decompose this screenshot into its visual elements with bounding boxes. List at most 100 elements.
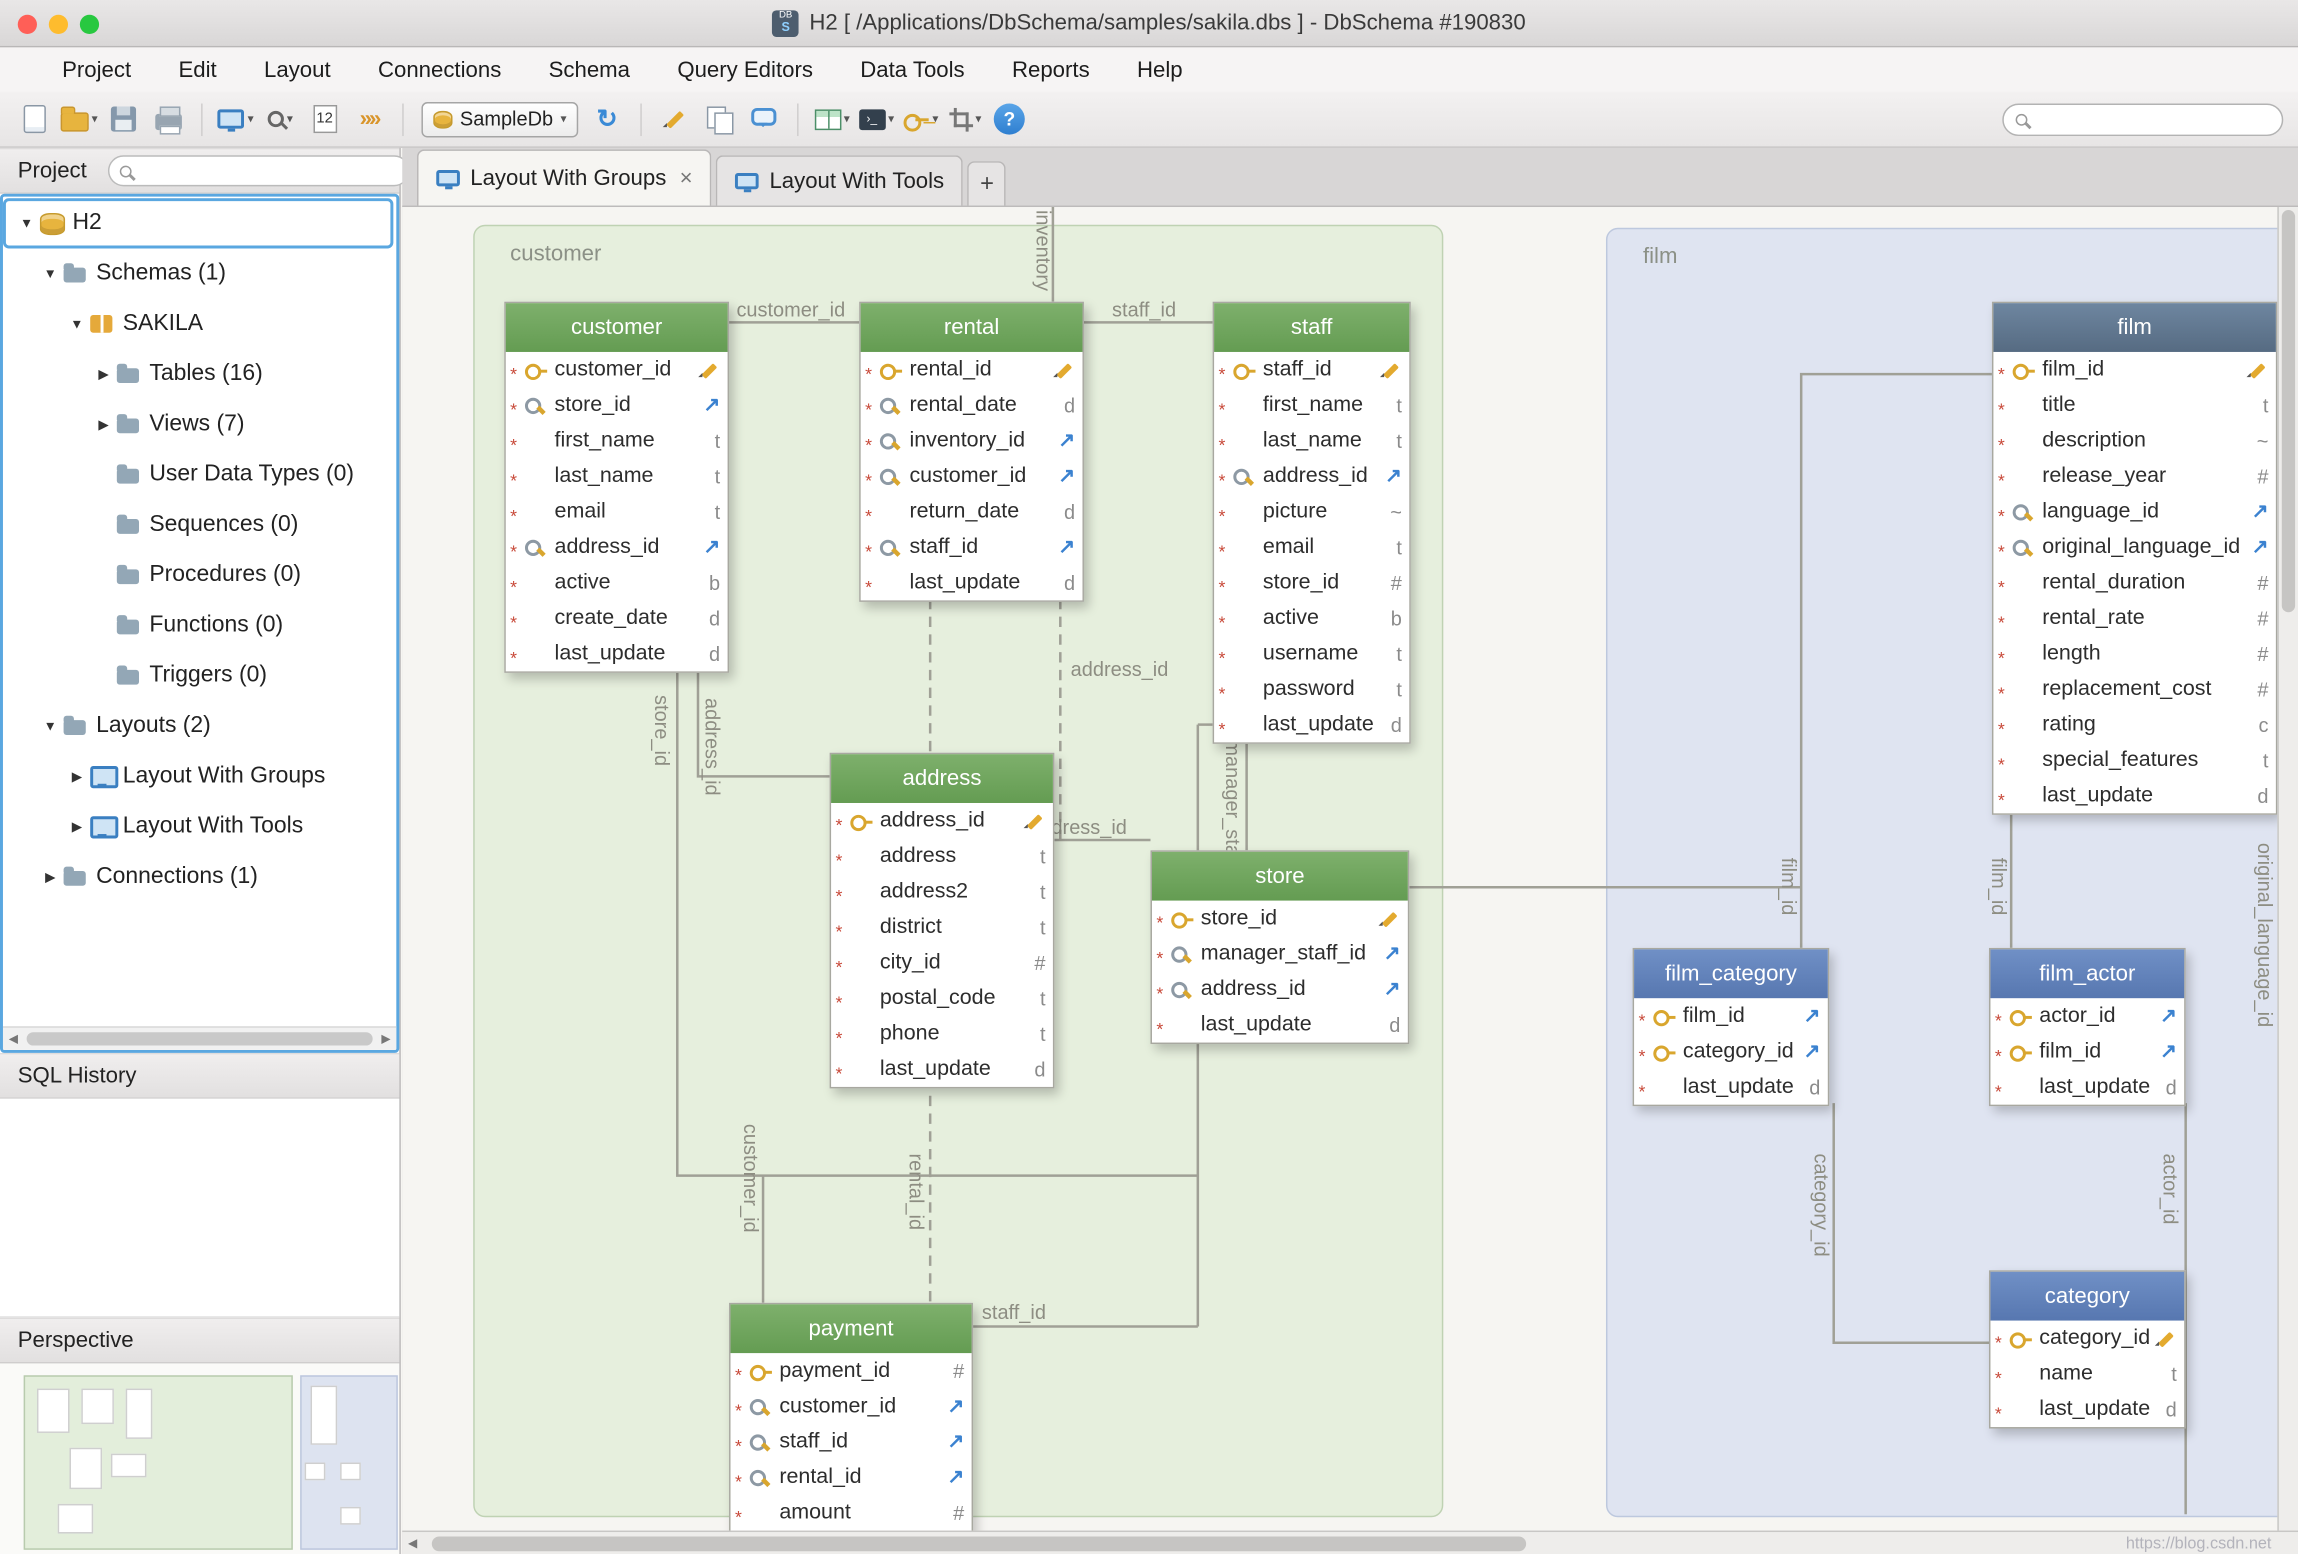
menu-edit[interactable]: Edit — [155, 57, 241, 82]
table-header[interactable]: film — [1993, 303, 2276, 352]
duplicate-layout-button[interactable] — [700, 98, 740, 139]
column-row[interactable]: * last_update d — [1152, 1007, 1408, 1042]
menu-connections[interactable]: Connections — [354, 57, 525, 82]
close-window-button[interactable] — [17, 14, 37, 35]
scroll-right-icon[interactable]: ▶ — [376, 1032, 397, 1045]
column-row[interactable]: * first_name t — [1214, 387, 1409, 422]
expander-open-icon[interactable]: ▼ — [65, 316, 89, 331]
column-row[interactable]: * first_name t — [506, 423, 728, 458]
column-row[interactable]: * address_id — [506, 529, 728, 564]
column-row[interactable]: * customer_id — [506, 352, 728, 387]
expander-closed-icon[interactable]: ▶ — [65, 768, 89, 784]
zoom-window-button[interactable] — [79, 14, 100, 35]
column-row[interactable]: * last_update d — [861, 565, 1083, 600]
perspective-minimap[interactable] — [0, 1363, 400, 1554]
column-row[interactable]: * last_update d — [831, 1051, 1053, 1086]
tree-item-procedures-0[interactable]: Procedures (0) — [3, 550, 396, 600]
diagram-view-button[interactable]: ▾ — [216, 98, 256, 139]
scroll-left-icon[interactable]: ◀ — [402, 1536, 423, 1549]
open-project-button[interactable]: ▾ — [59, 98, 99, 139]
table-address[interactable]: address * address_id * address t * address2 t * di… — [829, 752, 1055, 1089]
tree-item-sequences-0[interactable]: Sequences (0) — [3, 500, 396, 550]
column-row[interactable]: * email t — [506, 494, 728, 529]
column-row[interactable]: * address_id — [831, 803, 1053, 838]
column-row[interactable]: * store_id — [1152, 901, 1408, 936]
column-row[interactable]: * rental_duration # — [1993, 565, 2275, 600]
column-row[interactable]: * amount # — [731, 1495, 972, 1530]
tab-close-icon[interactable]: × — [680, 166, 693, 191]
column-row[interactable]: * customer_id — [731, 1389, 972, 1424]
project-search-input[interactable] — [137, 159, 398, 182]
column-row[interactable]: * last_update d — [1634, 1069, 1828, 1104]
new-tab-button[interactable]: + — [967, 161, 1007, 206]
table-category[interactable]: category * category_id * name t * last_update d — [1988, 1270, 2186, 1429]
table-payment[interactable]: payment*payment_id#*customer_id*staff_id… — [729, 1302, 974, 1531]
column-row[interactable]: * rental_id — [861, 352, 1083, 387]
scrollbar-thumb[interactable] — [431, 1536, 1527, 1552]
column-row[interactable]: * address2 t — [831, 874, 1053, 909]
column-row[interactable]: * address_id — [1152, 972, 1408, 1007]
expander-closed-icon[interactable]: ▶ — [65, 819, 89, 835]
expander-open-icon[interactable]: ▼ — [15, 216, 39, 231]
table-film-category[interactable]: film_category*film_id*category_id*last_u… — [1632, 947, 1830, 1107]
tree-horizontal-scrollbar[interactable]: ◀ ▶ — [2, 1026, 397, 1050]
menu-help[interactable]: Help — [1113, 57, 1206, 82]
column-row[interactable]: * active b — [506, 565, 728, 600]
column-row[interactable]: * category_id — [1990, 1321, 2184, 1356]
new-project-button[interactable] — [15, 98, 55, 139]
column-row[interactable]: * category_id — [1634, 1034, 1828, 1069]
table-header[interactable]: film_actor — [1990, 949, 2185, 999]
table-store[interactable]: store*store_id*manager_staff_id*address_… — [1150, 850, 1410, 1045]
column-row[interactable]: * picture ~ — [1214, 494, 1409, 529]
tab-layout-with-tools[interactable]: Layout With Tools — [716, 155, 964, 206]
tab-layout-with-groups[interactable]: Layout With Groups × — [417, 149, 712, 206]
expander-open-icon[interactable]: ▼ — [38, 266, 62, 281]
column-row[interactable]: * release_year # — [1993, 458, 2275, 493]
expander-closed-icon[interactable]: ▶ — [38, 869, 62, 885]
column-row[interactable]: * last_update d — [1990, 1392, 2184, 1427]
table-header[interactable]: store — [1151, 851, 1408, 901]
edit-button[interactable] — [655, 98, 695, 139]
expander-closed-icon[interactable]: ▶ — [92, 366, 116, 382]
column-row[interactable]: * last_name t — [1214, 423, 1409, 458]
tree-item-tables-16[interactable]: ▶ Tables (16) — [3, 349, 396, 399]
menu-data-tools[interactable]: Data Tools — [837, 57, 989, 82]
table-rental[interactable]: rental * rental_id * rental_date d * inventory_… — [859, 301, 1084, 602]
menu-reports[interactable]: Reports — [988, 57, 1113, 82]
column-row[interactable]: * actor_id — [1990, 998, 2184, 1033]
column-row[interactable]: * username t — [1214, 636, 1409, 671]
column-row[interactable]: * store_id — [506, 387, 728, 422]
zoom-button[interactable]: ▾ — [260, 98, 300, 139]
column-row[interactable]: * inventory_id — [861, 423, 1083, 458]
table-film-actor[interactable]: film_actor*actor_id*film_id*last_updated — [1988, 947, 2186, 1107]
tree-item-layouts-2[interactable]: ▼ Layouts (2) — [3, 701, 396, 751]
query-console-button[interactable]: ›_ ▾ — [856, 98, 896, 139]
tree-item-layout-with-groups[interactable]: ▶ Layout With Groups — [3, 751, 396, 801]
toolbar-search-input[interactable] — [2034, 107, 2270, 131]
column-row[interactable]: * rental_date d — [861, 387, 1083, 422]
column-row[interactable]: * payment_id # — [731, 1353, 972, 1388]
tree-item-triggers-0[interactable]: Triggers (0) — [3, 651, 396, 701]
column-row[interactable]: * language_id — [1993, 494, 2275, 529]
column-row[interactable]: * password t — [1214, 671, 1409, 706]
column-row[interactable]: * district t — [831, 909, 1053, 944]
table-header[interactable]: customer — [505, 303, 728, 352]
column-row[interactable]: * replacement_cost # — [1993, 671, 2275, 706]
column-row[interactable]: * last_update d — [1214, 707, 1409, 742]
tree-item-views-7[interactable]: ▶ Views (7) — [3, 399, 396, 449]
diagram-canvas[interactable]: customer film customer_id staff_id inven… — [402, 207, 2298, 1531]
save-button[interactable] — [104, 98, 144, 139]
column-row[interactable]: * title t — [1993, 387, 2275, 422]
column-row[interactable]: * staff_id — [731, 1424, 972, 1459]
table-header[interactable]: category — [1990, 1271, 2185, 1321]
foreign-key-button[interactable]: ▾ — [901, 98, 941, 139]
forward-engineer-button[interactable] — [349, 98, 389, 139]
column-row[interactable]: * last_update d — [1990, 1069, 2184, 1104]
table-customer[interactable]: customer*customer_id*store_id*first_name… — [504, 301, 730, 673]
scrollbar-thumb[interactable] — [2281, 209, 2296, 613]
column-row[interactable]: * return_date d — [861, 494, 1083, 529]
tree-item-user-data-types-0[interactable]: User Data Types (0) — [3, 450, 396, 500]
expander-closed-icon[interactable]: ▶ — [92, 416, 116, 432]
table-header[interactable]: payment — [730, 1304, 972, 1354]
menu-schema[interactable]: Schema — [525, 57, 654, 82]
